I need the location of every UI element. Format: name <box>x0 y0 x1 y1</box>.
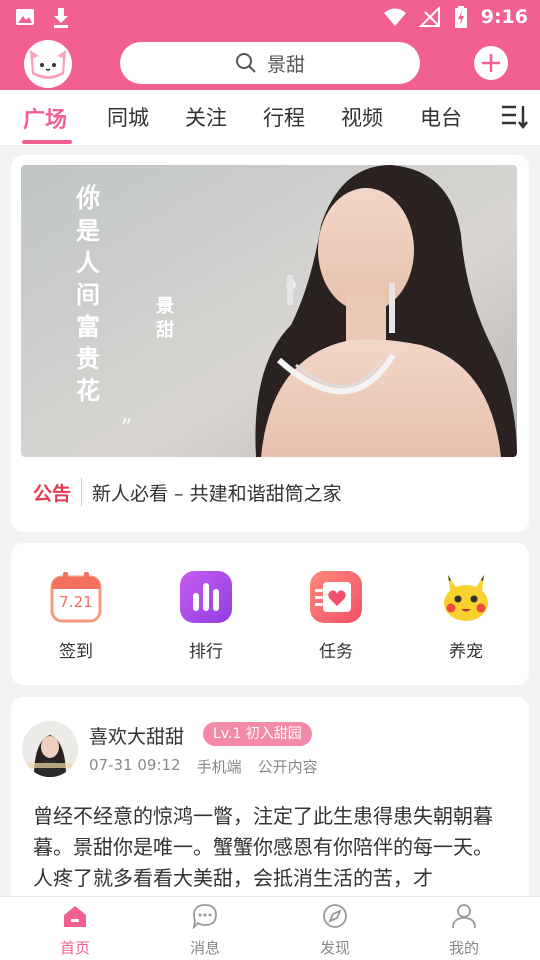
no-signal-icon <box>418 6 440 27</box>
quick-ranking[interactable]: 排行 <box>166 571 246 662</box>
bottom-nav: 首页 消息 发现 我的 <box>0 896 540 960</box>
tab-more-button[interactable] <box>500 102 528 134</box>
calendar-icon: 7.21 <box>50 571 102 623</box>
quick-checkin[interactable]: 7.21 签到 <box>36 571 116 662</box>
quick-label: 任务 <box>319 642 353 662</box>
tab-radio[interactable]: 电台 <box>420 102 462 132</box>
nav-label: 我的 <box>448 939 479 957</box>
checkin-date: 7.21 <box>59 593 93 611</box>
battery-icon <box>454 6 467 28</box>
svg-text:”: ” <box>121 416 132 441</box>
notice-divider <box>81 478 83 506</box>
quick-actions-card: 7.21 签到 排行 任务 养宠 <box>11 543 529 685</box>
post-device: 手机端 <box>196 758 242 776</box>
quick-label: 排行 <box>189 642 223 662</box>
download-icon <box>54 8 68 28</box>
app-logo[interactable] <box>24 40 72 88</box>
post-meta: 07-31 09:12 手机端 公开内容 <box>89 756 318 777</box>
tab-follow[interactable]: 关注 <box>185 102 227 132</box>
wifi-icon <box>383 8 406 26</box>
nav-label: 发现 <box>319 939 350 957</box>
compass-icon <box>323 904 347 928</box>
clock: 9:16 <box>480 6 528 28</box>
active-tab-indicator <box>22 140 72 144</box>
post-card[interactable]: 喜欢大甜甜 Lv.1 初入甜园 07-31 09:12 手机端 公开内容 曾经不… <box>11 697 529 907</box>
message-icon <box>192 904 217 930</box>
status-bar: 9:16 <box>0 0 540 36</box>
banner-quote: 你是人间富贵花 <box>76 184 102 405</box>
banner-card: “ ” 你是人间富贵花 景甜 公告 新人必看 – 共建和谐甜筒之家 <box>11 155 529 532</box>
post-username[interactable]: 喜欢大甜甜 <box>89 722 184 749</box>
notice-bar[interactable]: 公告 新人必看 – 共建和谐甜筒之家 <box>33 478 342 506</box>
bar-chart-icon <box>180 571 232 623</box>
search-icon <box>235 53 256 73</box>
plus-icon <box>482 54 500 72</box>
avatar-photo <box>22 721 78 777</box>
nav-messages[interactable]: 消息 <box>165 903 245 958</box>
tab-video[interactable]: 视频 <box>341 102 383 132</box>
quick-label: 签到 <box>59 642 93 662</box>
nav-label: 消息 <box>189 939 220 957</box>
post-visibility: 公开内容 <box>257 758 318 776</box>
task-heart-icon <box>310 571 362 623</box>
nav-label: 首页 <box>59 939 90 957</box>
tab-same-city[interactable]: 同城 <box>107 102 149 132</box>
level-badge: Lv.1 初入甜园 <box>203 722 312 746</box>
avatar[interactable] <box>22 721 78 777</box>
cat-logo-icon <box>30 50 66 79</box>
post-date: 07-31 09:12 <box>89 756 181 774</box>
quick-label: 养宠 <box>449 642 483 662</box>
notice-text: 新人必看 – 共建和谐甜筒之家 <box>92 482 342 505</box>
banner-image[interactable]: “ ” 你是人间富贵花 景甜 <box>21 165 517 457</box>
tab-square[interactable]: 广场 <box>23 102 67 134</box>
quick-tasks[interactable]: 任务 <box>296 571 376 662</box>
search-bar[interactable]: 景甜 <box>120 42 420 84</box>
home-icon <box>64 906 86 927</box>
quick-pet[interactable]: 养宠 <box>426 571 506 662</box>
tab-schedule[interactable]: 行程 <box>263 102 305 132</box>
add-button[interactable] <box>474 46 508 80</box>
category-tabs: 广场 同城 关注 行程 视频 电台 <box>0 90 540 146</box>
banner-name: 景甜 <box>156 296 174 341</box>
nav-profile[interactable]: 我的 <box>424 903 504 958</box>
nav-home[interactable]: 首页 <box>35 903 115 958</box>
gallery-icon <box>16 9 34 25</box>
pet-icon <box>440 571 492 623</box>
menu-more-icon <box>502 105 528 130</box>
post-body: 曾经不经意的惊鸿一瞥，注定了此生患得患失朝朝暮暮。景甜你是唯一。蟹蟹你感恩有你陪… <box>33 804 493 890</box>
nav-discover[interactable]: 发现 <box>295 903 375 958</box>
search-text: 景甜 <box>266 53 305 76</box>
notice-tag: 公告 <box>33 482 72 505</box>
profile-icon <box>452 904 476 929</box>
app-header: 景甜 <box>0 36 540 90</box>
